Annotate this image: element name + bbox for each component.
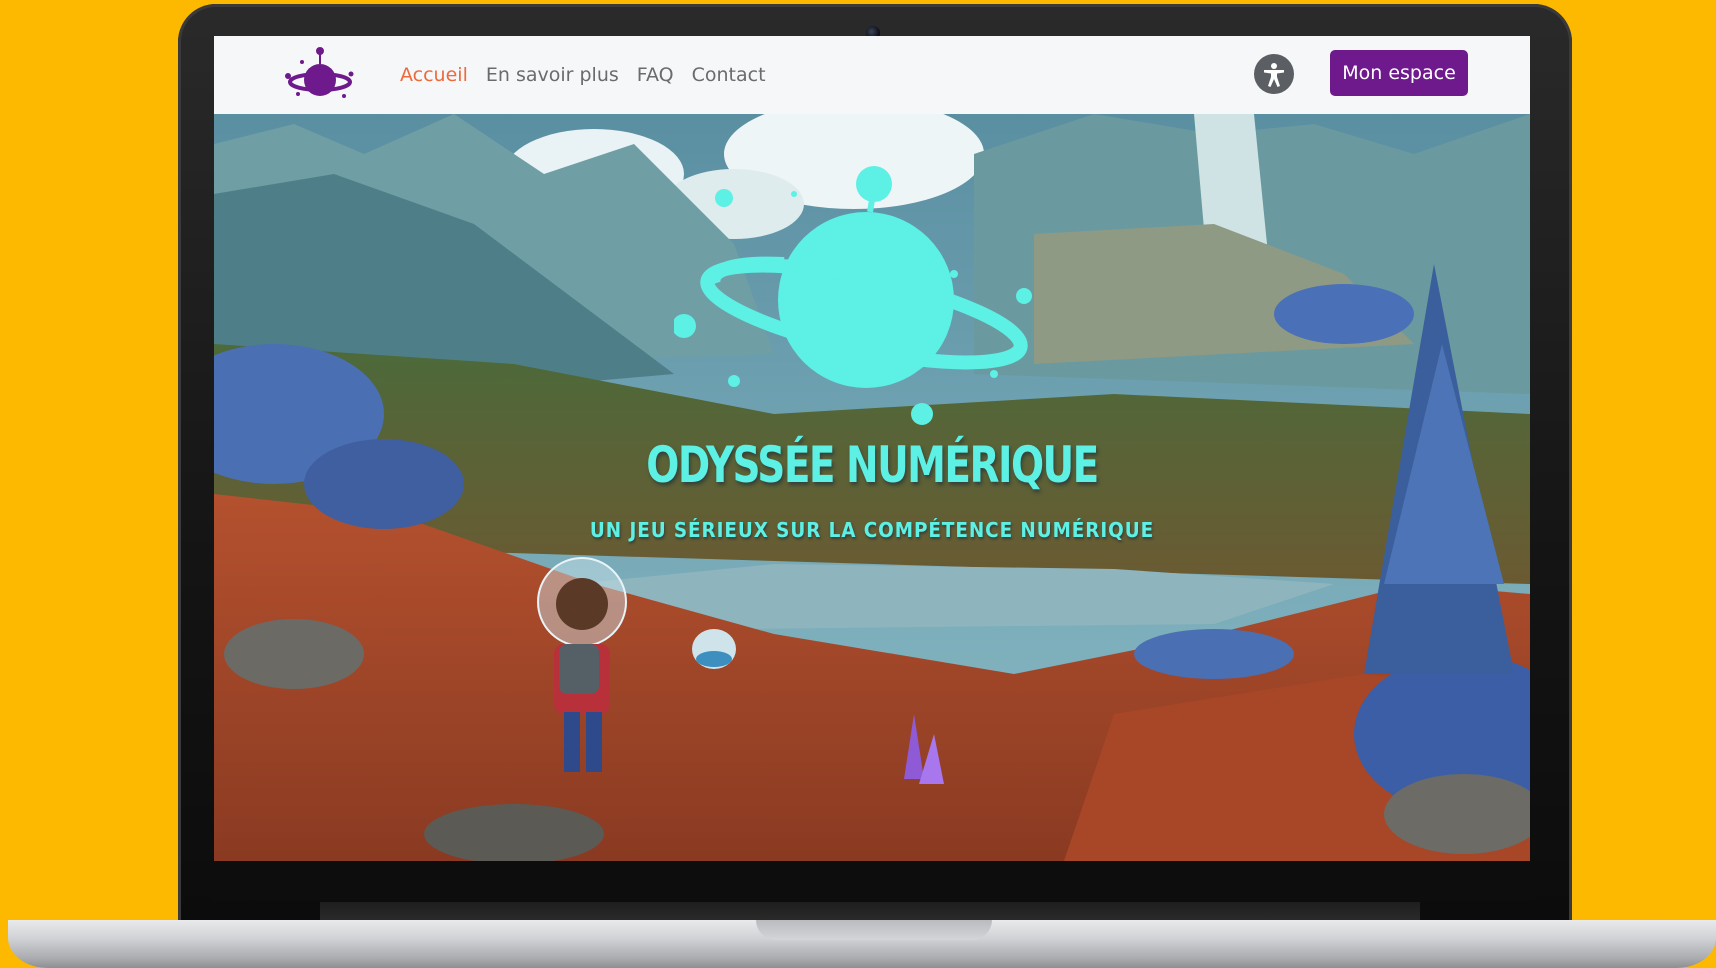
planet-logo-icon[interactable] [278, 44, 360, 104]
top-navbar: Accueil En savoir plus FAQ Contact Mon e… [214, 36, 1530, 114]
browser-screen: Accueil En savoir plus FAQ Contact Mon e… [214, 36, 1530, 861]
hero-subtitle: UN JEU SÉRIEUX SUR LA COMPÉTENCE NUMÉRIQ… [589, 518, 1155, 542]
planet-emblem-icon [674, 166, 1032, 425]
hero-title: ODYSSÉE NUMÉRIQUE [646, 436, 1099, 494]
nav-link-contact[interactable]: Contact [692, 64, 766, 86]
mon-espace-button[interactable]: Mon espace [1330, 50, 1468, 96]
nav-link-accueil[interactable]: Accueil [400, 64, 468, 86]
screen-bezel-bottom [214, 861, 1530, 901]
hero-section: ODYSSÉE NUMÉRIQUE UN JEU SÉRIEUX SUR LA … [214, 114, 1530, 861]
nav-links: Accueil En savoir plus FAQ Contact [400, 36, 784, 114]
laptop-base-notch [756, 920, 992, 940]
nav-link-en-savoir-plus[interactable]: En savoir plus [486, 64, 619, 86]
nav-link-faq[interactable]: FAQ [637, 64, 674, 86]
accessibility-icon [1264, 63, 1284, 87]
accessibility-button[interactable] [1254, 54, 1294, 94]
